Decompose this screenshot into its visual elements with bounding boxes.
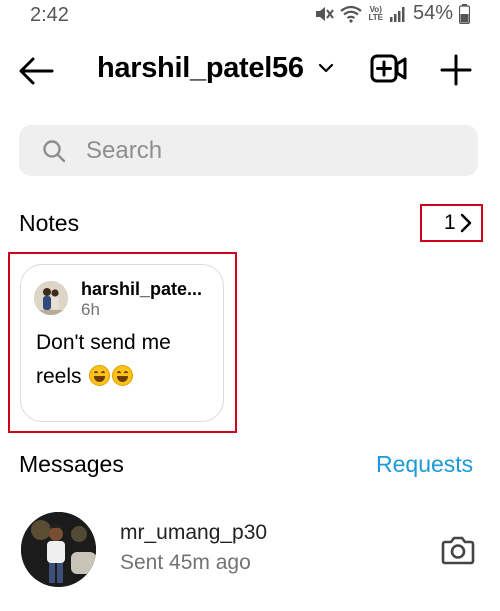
- avatar-image: [21, 512, 96, 587]
- new-message-plus-icon[interactable]: [440, 54, 472, 86]
- wifi-icon: [340, 5, 363, 23]
- message-username[interactable]: mr_umang_p30: [120, 521, 267, 545]
- battery-percent: 54%: [412, 2, 453, 24]
- volte-icon: Vo) LTE: [368, 4, 383, 22]
- camera-icon[interactable]: [441, 535, 475, 565]
- requests-link[interactable]: Requests: [376, 451, 473, 478]
- note-username: harshil_pate...: [81, 279, 203, 299]
- messages-section-title: Messages: [19, 451, 124, 477]
- status-icons: Vo) LTE 54%: [314, 2, 470, 25]
- grinning-squinting-face-emoji-icon: [89, 365, 111, 386]
- chevron-down-icon[interactable]: [318, 62, 334, 74]
- chevron-right-icon[interactable]: [459, 213, 473, 233]
- account-username[interactable]: harshil_patel56: [97, 52, 304, 85]
- mute-icon: [316, 6, 335, 21]
- battery-icon: [459, 3, 470, 24]
- note-timestamp: 6h: [81, 300, 100, 319]
- note-avatar[interactable]: [34, 281, 68, 315]
- search-input[interactable]: [86, 136, 446, 166]
- grinning-squinting-face-emoji-icon: [112, 365, 134, 386]
- message-status: Sent 45m ago: [120, 551, 251, 574]
- notes-section-title: Notes: [19, 210, 80, 236]
- new-video-call-icon[interactable]: [370, 52, 408, 86]
- status-time: 2:42: [30, 4, 69, 26]
- search-icon: [43, 140, 66, 163]
- avatar-image: [34, 281, 68, 315]
- message-avatar[interactable]: [21, 512, 96, 587]
- back-arrow-icon[interactable]: [18, 56, 54, 86]
- signal-icon: [389, 6, 405, 22]
- note-text: Don't send me reels: [36, 326, 206, 394]
- notes-count[interactable]: 1: [444, 211, 456, 235]
